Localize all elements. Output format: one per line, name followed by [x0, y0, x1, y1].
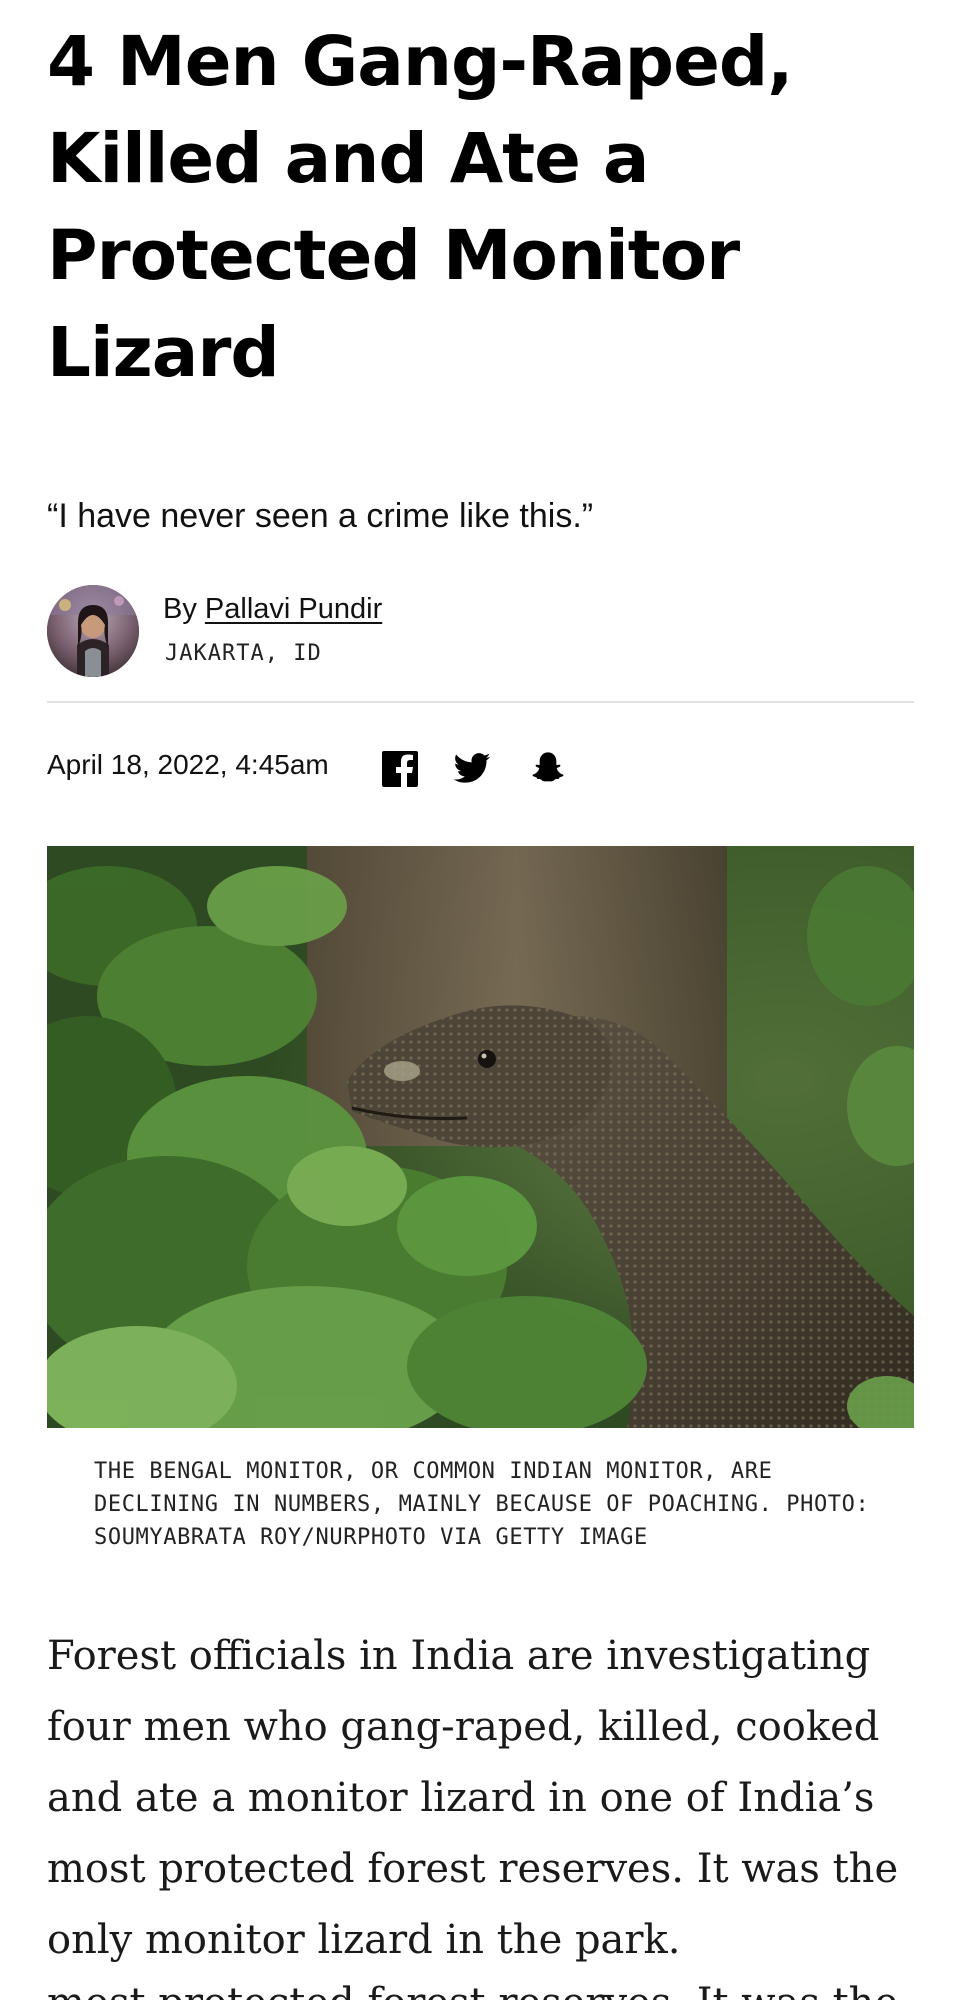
author-avatar[interactable] [47, 585, 139, 677]
byline: By Pallavi Pundir JAKARTA, ID [47, 583, 914, 683]
twitter-icon[interactable] [452, 749, 492, 789]
meta-row: April 18, 2022, 4:45am [47, 743, 914, 793]
article-paragraph: Forest officials in India are investigat… [47, 1633, 899, 1963]
byline-prefix: By [163, 593, 197, 625]
author-link[interactable]: Pallavi Pundir [205, 593, 382, 625]
facebook-icon[interactable] [380, 749, 420, 789]
image-caption: THE BENGAL MONITOR, OR COMMON INDIAN MON… [94, 1459, 870, 1550]
hero-image [47, 846, 914, 1428]
article-headline: 4 Men Gang-Raped, Killed and Ate a Prote… [47, 22, 793, 393]
article-dek: “I have never seen a crime like this.” [47, 497, 594, 535]
cut-off-line: most protected forest reserves. It was t… [47, 1968, 898, 2000]
snapchat-icon[interactable] [528, 749, 568, 789]
divider [47, 701, 914, 703]
dateline: JAKARTA, ID [165, 641, 322, 666]
cut-off-text: most protected forest reserves. It was t… [47, 1962, 914, 2000]
byline-text: By Pallavi Pundir [163, 589, 382, 629]
bengal-monitor-lizard-photo [47, 846, 914, 1428]
publish-date: April 18, 2022, 4:45am [47, 749, 329, 780]
